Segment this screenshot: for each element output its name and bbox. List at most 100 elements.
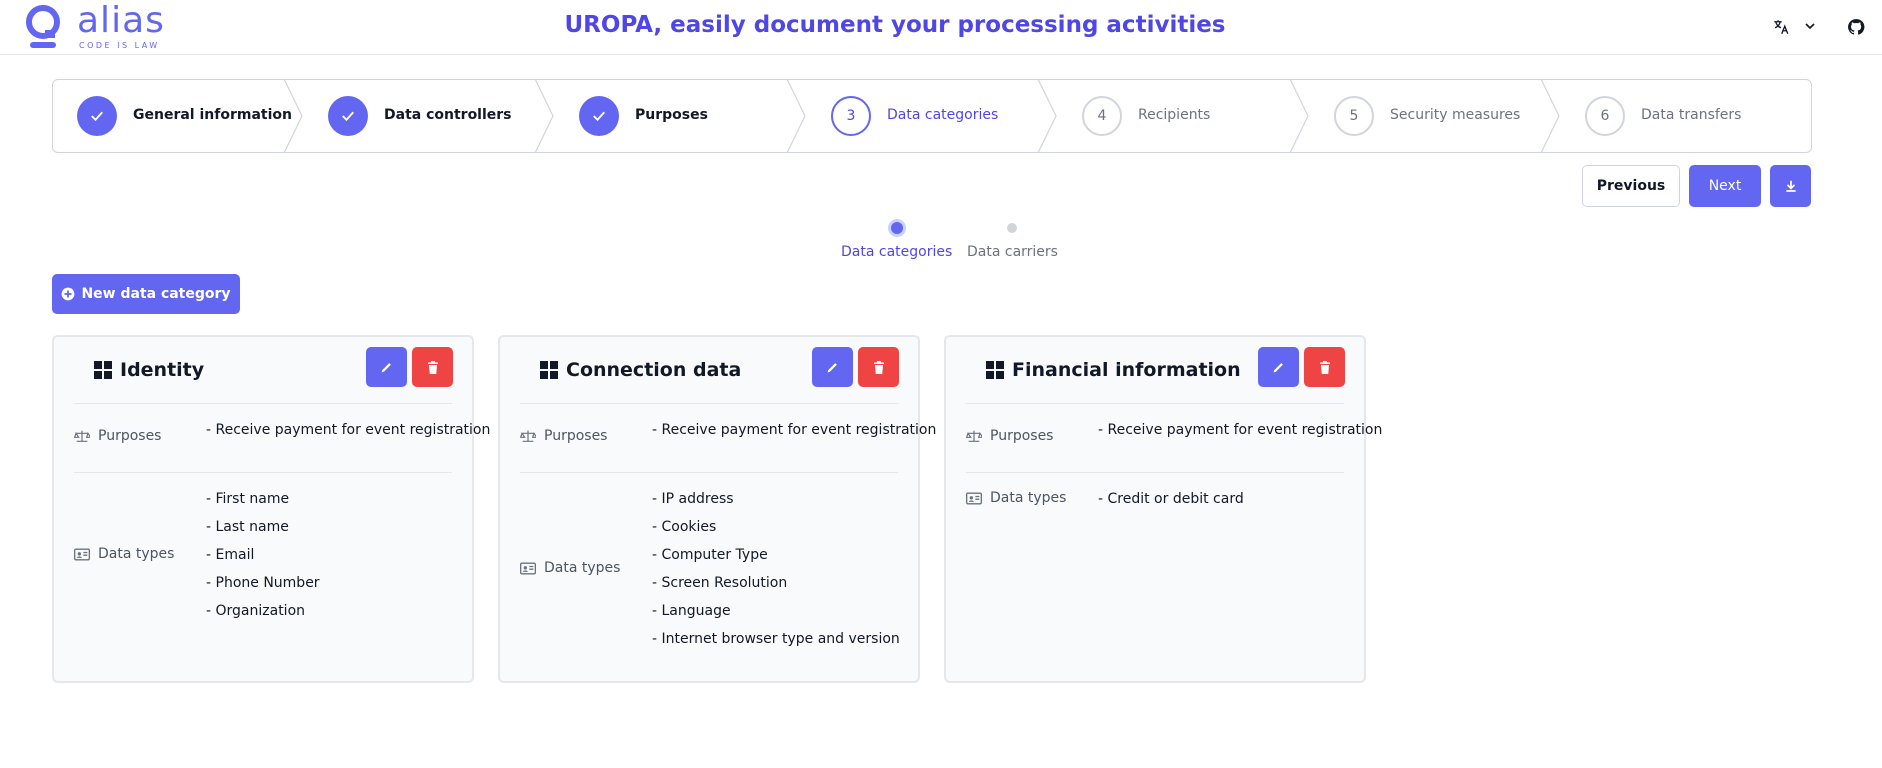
step-circle: 6 — [1585, 96, 1625, 136]
step-number: 3 — [846, 108, 856, 124]
card-divider — [966, 403, 1344, 404]
delete-button[interactable] — [1304, 347, 1345, 387]
card-title-text: Financial information — [1012, 359, 1241, 381]
scale-icon — [520, 430, 536, 442]
check-icon — [91, 111, 103, 122]
step-circle — [579, 96, 619, 136]
next-button[interactable]: Next — [1689, 165, 1761, 207]
new-data-category-button[interactable]: New data category — [52, 274, 240, 314]
data-type-item: - Email — [206, 547, 255, 563]
purposes-label-text: Purposes — [98, 428, 162, 444]
data-type-item: - Organization — [206, 603, 306, 619]
github-icon[interactable] — [1847, 18, 1865, 36]
purposes-list: - Receive payment for event registration — [206, 421, 490, 449]
data-types-label-text: Data types — [544, 560, 621, 576]
download-icon — [1785, 180, 1796, 192]
step-label: Data categories — [887, 107, 999, 123]
translate-icon[interactable] — [1772, 18, 1790, 36]
step-label: Data controllers — [384, 107, 512, 123]
delete-button[interactable] — [412, 347, 453, 387]
delete-button[interactable] — [858, 347, 899, 387]
data-type-item: - Last name — [206, 519, 289, 535]
purposes-label-text: Purposes — [990, 428, 1054, 444]
step-label: Data transfers — [1641, 107, 1742, 123]
data-type-item: - First name — [206, 491, 290, 507]
data-types-label: Data types — [74, 546, 174, 562]
purpose-item: - Receive payment for event registration — [652, 422, 937, 438]
card-divider — [520, 472, 898, 473]
step-number: 5 — [1349, 108, 1359, 124]
card-title: Financial information — [986, 359, 1241, 381]
data-types-label-text: Data types — [98, 546, 175, 562]
check-icon — [342, 111, 354, 122]
logo-tagline: CODE IS LAW — [79, 41, 160, 50]
step-separator — [1540, 80, 1560, 152]
card-title-text: Identity — [120, 359, 205, 381]
step-6[interactable]: 6 Data transfers — [1561, 80, 1811, 152]
step-separator — [1289, 80, 1309, 152]
chevron-down-icon[interactable] — [1802, 18, 1818, 34]
data-type-item: - Language — [652, 603, 731, 619]
step-circle: 3 — [831, 96, 871, 136]
step-label: Recipients — [1138, 107, 1211, 123]
new-data-category-label: New data category — [81, 286, 231, 302]
data-type-item: - IP address — [652, 491, 734, 507]
substep-data-categories[interactable]: Data categories — [841, 222, 952, 260]
card-divider — [966, 472, 1344, 473]
step-label: Security measures — [1390, 107, 1521, 123]
purposes-label-text: Purposes — [544, 428, 608, 444]
purposes-label: Purposes — [74, 428, 161, 444]
step-5[interactable]: 5 Security measures — [1310, 80, 1561, 152]
step-circle: 5 — [1334, 96, 1374, 136]
grid-icon — [986, 361, 1004, 379]
card-divider — [74, 403, 452, 404]
id-card-icon — [520, 562, 536, 574]
data-types-list: - IP address - Cookies - Computer Type - Sc… — [652, 490, 900, 658]
plus-circle-icon — [62, 287, 75, 301]
step-0[interactable]: General information — [53, 80, 304, 152]
data-types-list: - First name - Last name - Email - Phone Nu… — [206, 490, 320, 630]
substep-label: Data categories — [841, 244, 953, 260]
step-separator — [534, 80, 554, 152]
data-type-item: - Internet browser type and version — [652, 631, 900, 647]
step-2[interactable]: Purposes — [555, 80, 807, 152]
data-types-label-text: Data types — [990, 490, 1067, 506]
data-type-item: - Phone Number — [206, 575, 320, 591]
data-type-item: - Computer Type — [652, 547, 768, 563]
download-button[interactable] — [1770, 165, 1811, 207]
trash-icon — [1319, 360, 1330, 374]
scale-icon — [966, 430, 982, 442]
substep-inactive-dot — [1007, 223, 1018, 233]
edit-button[interactable] — [1258, 347, 1299, 387]
card-title: Identity — [94, 359, 204, 381]
data-category-card: Identity Purposes - Receive payment for ev… — [52, 335, 490, 683]
step-1[interactable]: Data controllers — [304, 80, 555, 152]
purposes-label: Purposes — [520, 428, 607, 444]
edit-button[interactable] — [366, 347, 407, 387]
id-card-icon — [966, 492, 982, 504]
page-title: UROPA, easily document your processing a… — [564, 12, 1226, 38]
step-number: 6 — [1600, 108, 1610, 124]
step-separator — [283, 80, 303, 152]
trash-icon — [427, 360, 438, 374]
step-circle — [77, 96, 117, 136]
data-type-item: - Credit or debit card — [1098, 491, 1244, 507]
data-type-item: - Cookies — [652, 519, 717, 535]
step-4[interactable]: 4 Recipients — [1058, 80, 1310, 152]
data-category-card: Financial information Purposes - Receive p… — [944, 335, 1382, 683]
step-3[interactable]: 3 Data categories — [807, 80, 1058, 152]
purposes-label: Purposes — [966, 428, 1053, 444]
edit-button[interactable] — [812, 347, 853, 387]
data-types-list: - Credit or debit card — [1098, 490, 1244, 518]
substep-label: Data carriers — [967, 244, 1058, 260]
step-separator — [786, 80, 806, 152]
pencil-icon — [827, 362, 837, 372]
purposes-list: - Receive payment for event registration — [652, 421, 936, 449]
substep-data-carriers[interactable]: Data carriers — [967, 222, 1058, 260]
id-card-icon — [74, 548, 90, 560]
card-divider — [520, 403, 898, 404]
substep-active-dot — [890, 222, 903, 234]
purpose-item: - Receive payment for event registration — [206, 422, 491, 438]
data-category-card: Connection data Purposes - Receive payment… — [498, 335, 936, 683]
previous-button[interactable]: Previous — [1582, 165, 1680, 207]
